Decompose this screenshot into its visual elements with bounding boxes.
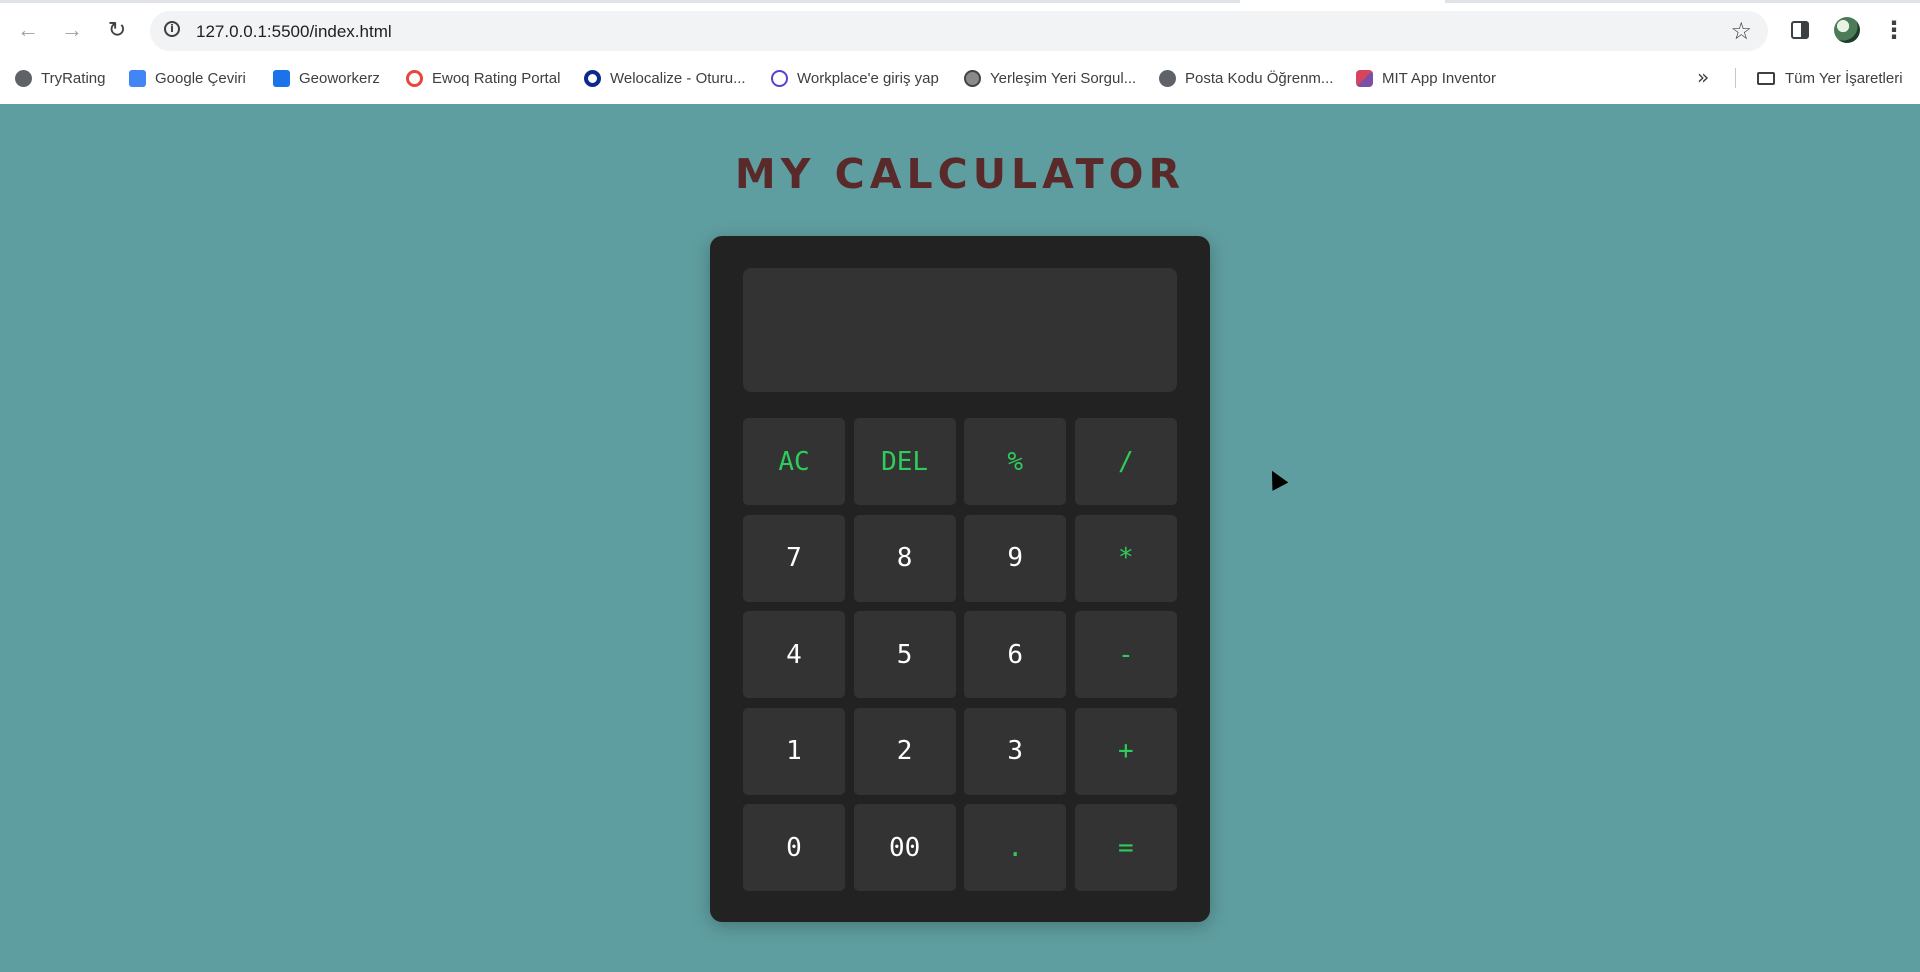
key-6-button[interactable]: 6 bbox=[964, 611, 1067, 698]
key-del-button[interactable]: DEL bbox=[853, 418, 956, 505]
bookmark-label: TryRating bbox=[41, 69, 106, 87]
ewoq-icon bbox=[406, 69, 423, 87]
bookmark-welocalize[interactable]: Welocalize - Oturu... bbox=[584, 65, 746, 91]
forward-icon[interactable]: → bbox=[54, 12, 90, 48]
bookmark-label: Yerleşim Yeri Sorgul... bbox=[990, 69, 1137, 87]
calculator-display bbox=[743, 268, 1177, 392]
key-00-button[interactable]: 00 bbox=[853, 804, 956, 891]
chevron-double-right-icon[interactable]: » bbox=[1697, 65, 1709, 89]
bookmark-label: Workplace'e giriş yap bbox=[797, 69, 939, 87]
google-translate-icon bbox=[129, 69, 146, 87]
yerlesim-icon bbox=[964, 69, 981, 87]
key-1-button[interactable]: 1 bbox=[743, 707, 845, 795]
bookmark-ewoq[interactable]: Ewoq Rating Portal bbox=[406, 65, 560, 91]
key-subtract-button[interactable]: - bbox=[1074, 611, 1177, 698]
avatar[interactable] bbox=[1834, 17, 1860, 43]
bookmark-label: Welocalize - Oturu... bbox=[610, 69, 746, 87]
key-7-button[interactable]: 7 bbox=[743, 514, 845, 602]
active-tab[interactable] bbox=[1240, 0, 1445, 3]
bookmark-label: Ewoq Rating Portal bbox=[432, 69, 561, 87]
bookmark-label: Geoworkerz bbox=[299, 69, 380, 87]
key-9-button[interactable]: 9 bbox=[964, 514, 1067, 602]
tab-strip bbox=[0, 0, 1920, 3]
page-title: MY CALCULATOR bbox=[734, 150, 1186, 198]
url-text[interactable]: 127.0.0.1:5500/index.html bbox=[196, 22, 392, 42]
key-3-button[interactable]: 3 bbox=[964, 707, 1067, 795]
back-icon[interactable]: ← bbox=[10, 12, 46, 48]
key-4-button[interactable]: 4 bbox=[743, 611, 845, 698]
folder-icon bbox=[1757, 71, 1775, 85]
bookmarks-bar: TryRating Google Çeviri Geoworkerz Ewoq … bbox=[0, 62, 1920, 94]
browser-chrome: ← → ↻ i 127.0.0.1:5500/index.html ☆ ⋮ Tr… bbox=[0, 0, 1920, 104]
reload-icon[interactable]: ↻ bbox=[99, 12, 135, 48]
more-menu-icon[interactable]: ⋮ bbox=[1882, 16, 1906, 46]
globe-icon bbox=[1159, 69, 1176, 87]
key-percent-button[interactable]: % bbox=[964, 418, 1067, 505]
bookmark-tryrating[interactable]: TryRating bbox=[15, 65, 105, 91]
side-panel-icon[interactable] bbox=[1791, 21, 1809, 39]
bookmark-yerlesim[interactable]: Yerleşim Yeri Sorgul... bbox=[964, 65, 1136, 91]
mouse-cursor-icon bbox=[1264, 466, 1289, 491]
workplace-icon bbox=[771, 69, 788, 87]
bookmark-star-icon[interactable]: ☆ bbox=[1730, 17, 1752, 45]
key-multiply-button[interactable]: * bbox=[1074, 514, 1177, 602]
all-bookmarks-label: Tüm Yer İşaretleri bbox=[1785, 69, 1903, 87]
calculator: AC DEL % / 7 8 9 * 4 5 6 - 1 2 3 + 0 00 … bbox=[710, 236, 1210, 922]
mit-app-inventor-icon bbox=[1356, 69, 1373, 87]
keypad: AC DEL % / 7 8 9 * 4 5 6 - 1 2 3 + 0 00 … bbox=[743, 418, 1177, 891]
bookmark-mit-app-inventor[interactable]: MIT App Inventor bbox=[1356, 65, 1496, 91]
address-bar[interactable]: i 127.0.0.1:5500/index.html ☆ bbox=[150, 11, 1768, 51]
bookmark-workplace[interactable]: Workplace'e giriş yap bbox=[771, 65, 939, 91]
globe-icon bbox=[15, 69, 32, 87]
key-0-button[interactable]: 0 bbox=[743, 804, 845, 891]
bookmark-label: Google Çeviri bbox=[155, 69, 246, 87]
key-8-button[interactable]: 8 bbox=[853, 514, 956, 602]
site-info-icon[interactable]: i bbox=[164, 21, 180, 37]
bookmarks-divider bbox=[1735, 68, 1736, 88]
bookmark-geoworkerz[interactable]: Geoworkerz bbox=[273, 65, 380, 91]
sharepoint-icon bbox=[273, 69, 290, 87]
key-2-button[interactable]: 2 bbox=[853, 707, 956, 795]
browser-toolbar: ← → ↻ i 127.0.0.1:5500/index.html ☆ ⋮ bbox=[0, 8, 1920, 56]
bookmark-google-ceviri[interactable]: Google Çeviri bbox=[129, 65, 246, 91]
key-5-button[interactable]: 5 bbox=[853, 611, 956, 698]
bookmark-label: Posta Kodu Öğrenm... bbox=[1185, 69, 1334, 87]
welocalize-icon bbox=[584, 69, 601, 87]
key-equals-button[interactable]: = bbox=[1074, 804, 1177, 891]
key-decimal-button[interactable]: . bbox=[964, 804, 1067, 891]
key-add-button[interactable]: + bbox=[1074, 707, 1177, 795]
bookmark-label: MIT App Inventor bbox=[1382, 69, 1496, 87]
all-bookmarks-folder[interactable]: Tüm Yer İşaretleri bbox=[1757, 65, 1903, 91]
bookmark-posta-kodu[interactable]: Posta Kodu Öğrenm... bbox=[1159, 65, 1333, 91]
key-ac-button[interactable]: AC bbox=[743, 418, 845, 505]
key-divide-button[interactable]: / bbox=[1074, 418, 1177, 505]
